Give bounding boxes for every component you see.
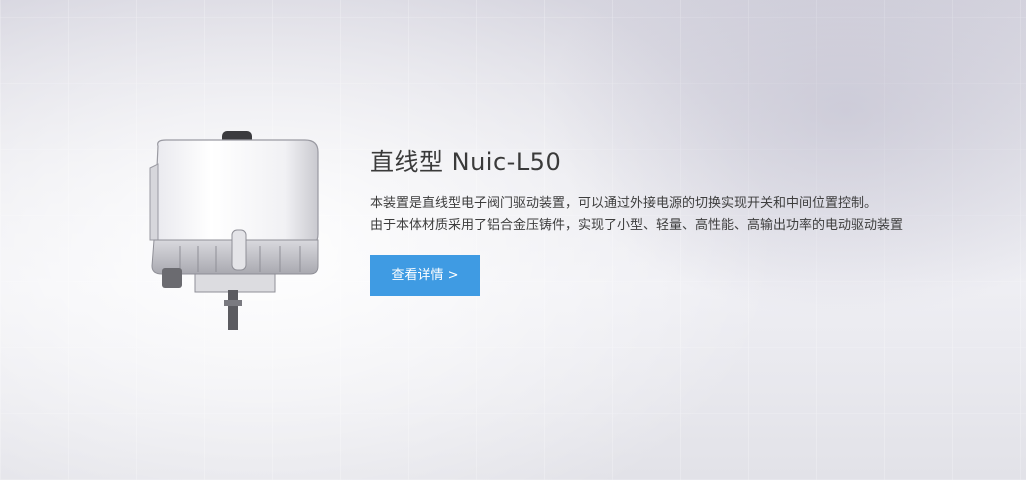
view-details-button[interactable]: 查看详情 > bbox=[370, 255, 480, 296]
product-title: 直线型 Nuic-L50 bbox=[370, 148, 562, 176]
product-image bbox=[140, 128, 340, 333]
actuator-illustration bbox=[149, 131, 319, 330]
product-description-line-1: 本装置是直线型电子阀门驱动装置，可以通过外接电源的切换实现开关和中间位置控制。 bbox=[370, 196, 878, 211]
product-description-line-2: 由于本体材质采用了铝合金压铸件，实现了小型、轻量、高性能、高输出功率的电动驱动装… bbox=[370, 218, 904, 233]
product-info: 直线型 Nuic-L50 本装置是直线型电子阀门驱动装置，可以通过外接电源的切换… bbox=[370, 145, 990, 296]
hero-banner: 直线型 Nuic-L50 本装置是直线型电子阀门驱动装置，可以通过外接电源的切换… bbox=[0, 0, 1026, 480]
